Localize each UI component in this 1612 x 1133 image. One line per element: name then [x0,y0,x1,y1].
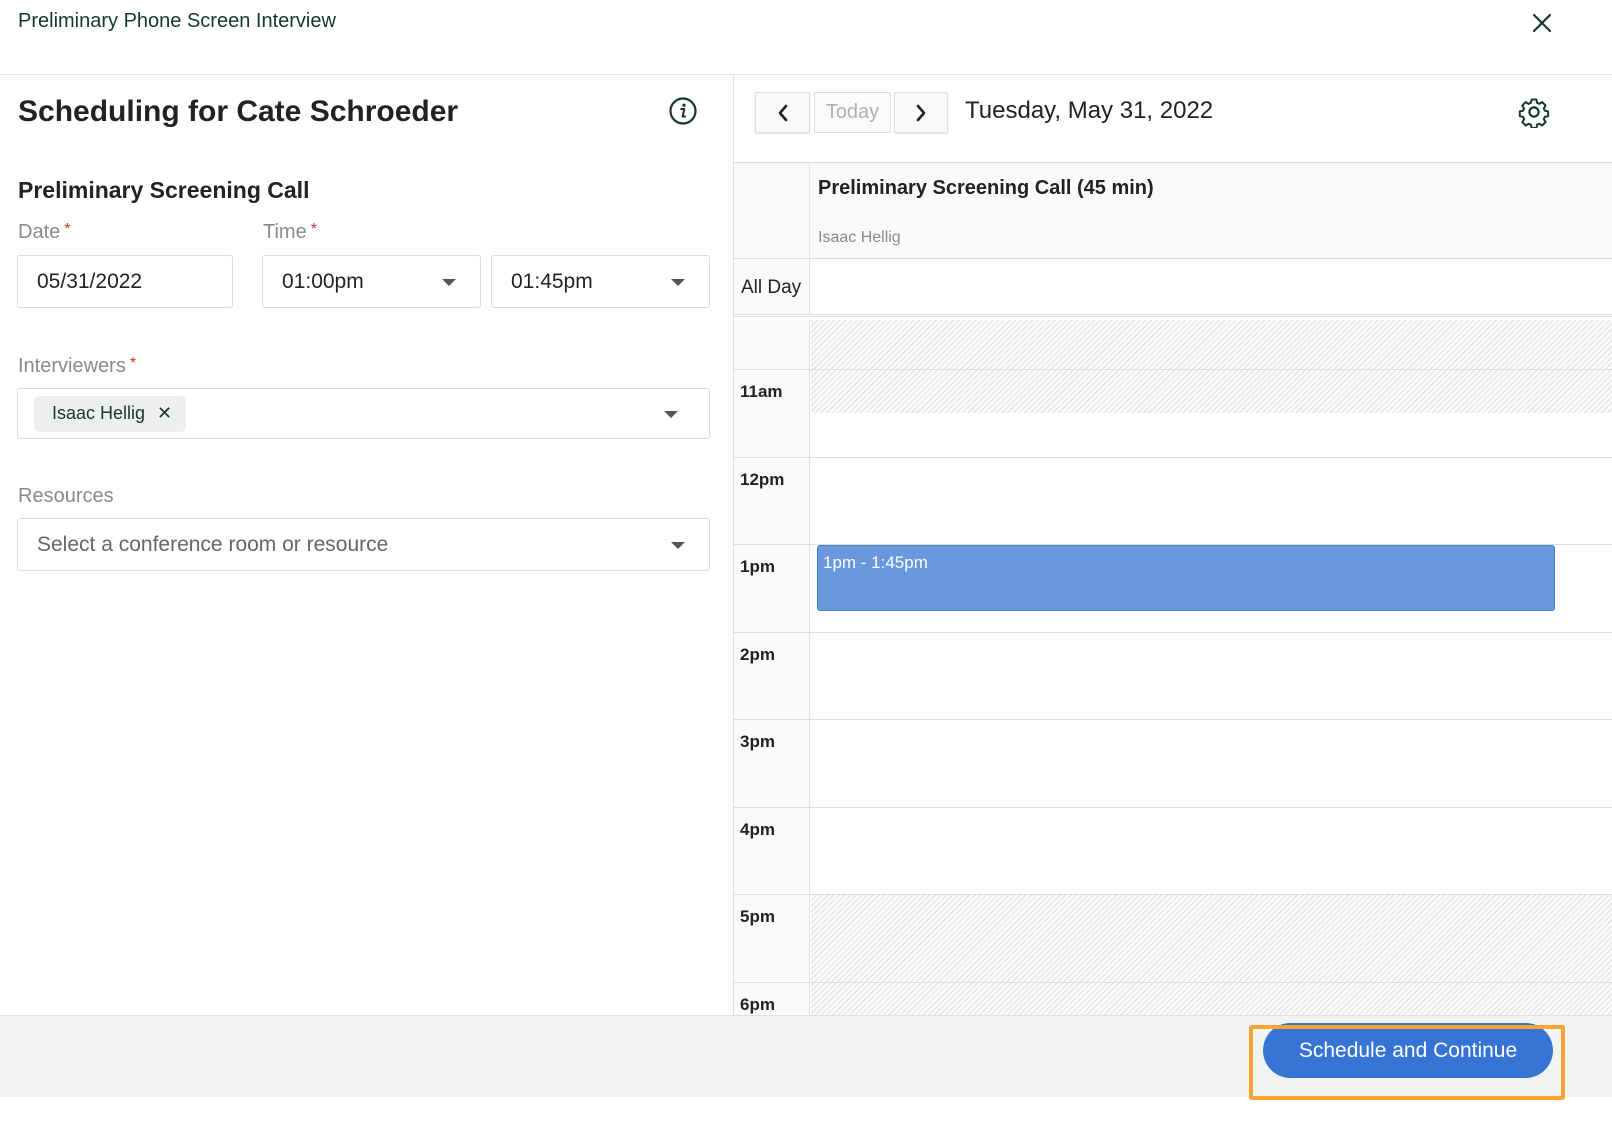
caret-down-icon [671,279,685,286]
modal-title: Preliminary Phone Screen Interview [18,10,336,32]
hour-line [734,982,1612,983]
scheduled-event[interactable]: 1pm - 1:45pm [817,545,1555,611]
caret-down-icon [664,411,678,418]
time-gutter [734,163,810,258]
hour-label: 5pm [740,907,775,926]
unavailable-block [811,320,1612,413]
time-label: Time * [263,221,317,244]
start-time-select[interactable]: 01:00pm [262,255,481,308]
gear-icon [1518,98,1550,129]
end-time-value: 01:45pm [511,269,593,293]
start-time-value: 01:00pm [282,269,364,293]
hour-label: 3pm [740,732,775,751]
today-button[interactable]: Today [814,92,891,133]
schedule-and-continue-button[interactable]: Schedule and Continue [1263,1023,1553,1078]
required-mark: * [129,355,137,372]
hour-label: 6pm [740,995,775,1014]
calendar-panel: Today Tuesday, May 31, 2022 Preliminary … [733,75,1612,1015]
end-time-select[interactable]: 01:45pm [491,255,710,308]
time-label-text: Time [263,221,307,243]
interviewers-select[interactable]: Isaac Hellig ✕ [17,388,710,439]
modal-header: Preliminary Phone Screen Interview [0,0,1612,75]
close-icon [1532,13,1552,33]
page-title: Scheduling for Cate Schroeder [18,95,459,128]
prev-day-button[interactable] [755,92,810,133]
next-day-button[interactable] [894,92,948,133]
remove-interviewer-icon[interactable]: ✕ [157,403,172,424]
all-day-row: All Day [734,259,1612,317]
resources-label-text: Resources [18,485,114,507]
chevron-left-icon [778,104,787,121]
calendar-time-grid: 11am 12pm 1pm 2pm 3pm 4pm 5pm 6pm 1pm - … [734,320,1612,1015]
resources-select[interactable]: Select a conference room or resource [17,518,710,571]
hour-line [734,632,1612,633]
hour-line [734,719,1612,720]
calendar-settings-button[interactable] [1518,96,1550,129]
chevron-right-icon [916,104,926,121]
column-title: Preliminary Screening Call (45 min) [818,177,1154,199]
date-input[interactable]: 05/31/2022 [17,255,233,308]
resources-placeholder: Select a conference room or resource [37,532,389,556]
date-label-text: Date [18,221,61,243]
interviewers-label: Interviewers * [18,355,136,378]
info-icon [669,97,697,125]
caret-down-icon [442,279,456,286]
column-attendee: Isaac Hellig [818,229,901,246]
info-button[interactable] [668,96,698,126]
caret-down-icon [671,542,685,549]
calendar-column-header: Preliminary Screening Call (45 min) Isaa… [734,162,1612,259]
required-mark: * [310,221,317,238]
date-label: Date * [18,221,70,244]
interview-name: Preliminary Screening Call [18,177,310,203]
interviewers-label-text: Interviewers [18,355,126,377]
hour-label: 4pm [740,820,775,839]
unavailable-block [811,894,1612,1015]
hour-label: 1pm [740,557,775,576]
date-value: 05/31/2022 [37,269,143,293]
hour-label: 2pm [740,645,775,664]
hour-label: 11am [740,382,783,401]
hour-line [734,807,1612,808]
hour-label: 12pm [740,470,785,489]
resources-label: Resources [18,485,114,508]
scheduling-form: Scheduling for Cate Schroeder Preliminar… [0,75,733,1015]
hour-line [734,457,1612,458]
interviewer-chip: Isaac Hellig ✕ [34,395,187,432]
close-button[interactable] [1527,8,1557,38]
hour-line [734,894,1612,895]
hour-line [734,369,1612,370]
current-date: Tuesday, May 31, 2022 [965,97,1214,124]
required-mark: * [64,221,71,238]
interviewer-name: Isaac Hellig [52,403,146,423]
event-time-label: 1pm - 1:45pm [823,553,928,572]
all-day-label: All Day [741,277,802,298]
